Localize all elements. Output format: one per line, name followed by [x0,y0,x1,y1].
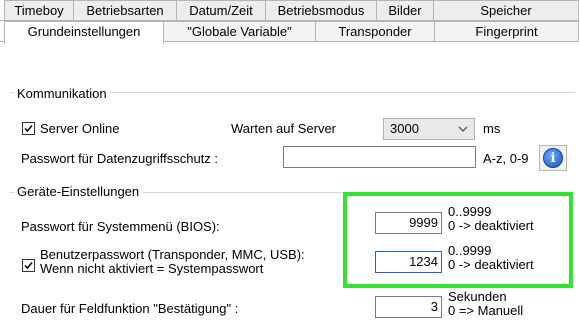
warten-select[interactable]: 3000 [383,118,475,140]
passwort-datenzugriff-label: Passwort für Datenzugriffsschutz : [21,151,219,166]
benutzer-password-checkbox[interactable] [22,259,35,272]
benutzer-password-sublabel: Wenn nicht aktiviert = Systempasswort [40,261,264,276]
passwort-datenzugriff-input[interactable] [283,146,476,168]
server-online-checkbox[interactable] [22,122,35,135]
tab-transponder[interactable]: Transponder [315,21,435,41]
group-geraete-legend: Geräte-Einstellungen [14,184,143,199]
warten-unit: ms [483,121,501,136]
dauer-input[interactable]: 3 [375,296,442,318]
systemmenu-password-label: Passwort für Systemmenü (BIOS): [21,219,220,234]
tab-fingerprint[interactable]: Fingerprint [434,21,579,41]
highlight-box [343,192,573,288]
dauer-hint: 0 => Manuell [448,303,524,318]
server-online-label: Server Online [40,121,120,136]
chevron-down-icon [458,126,468,132]
warten-label: Warten auf Server [231,121,337,136]
checkmark-icon [24,125,33,133]
tab-datum-zeit[interactable]: Datum/Zeit [176,0,266,20]
tab-betriebsarten[interactable]: Betriebsarten [73,0,177,20]
checkmark-icon [24,262,33,270]
tab-grundeinstellungen[interactable]: Grundeinstellungen [4,21,164,44]
warten-value: 3000 [390,121,419,136]
tab-timeboy[interactable]: Timeboy [4,0,74,20]
tab-bilder[interactable]: Bilder [376,0,434,20]
benutzer-password-label: Benutzerpasswort (Transponder, MMC, USB)… [40,247,305,262]
info-button[interactable]: i [539,145,567,171]
tab-globale-variable[interactable]: "Globale Variable" [163,21,316,41]
passwort-hint: A-z, 0-9 [483,151,529,166]
info-icon: i [543,148,563,168]
tab-speicher[interactable]: Speicher [433,0,579,20]
group-kommunikation-legend: Kommunikation [14,86,110,101]
tab-betriebsmodus[interactable]: Betriebsmodus [265,0,377,20]
dauer-unit: Sekunden [448,289,507,304]
dauer-label: Dauer für Feldfunktion "Bestätigung" : [21,301,239,316]
